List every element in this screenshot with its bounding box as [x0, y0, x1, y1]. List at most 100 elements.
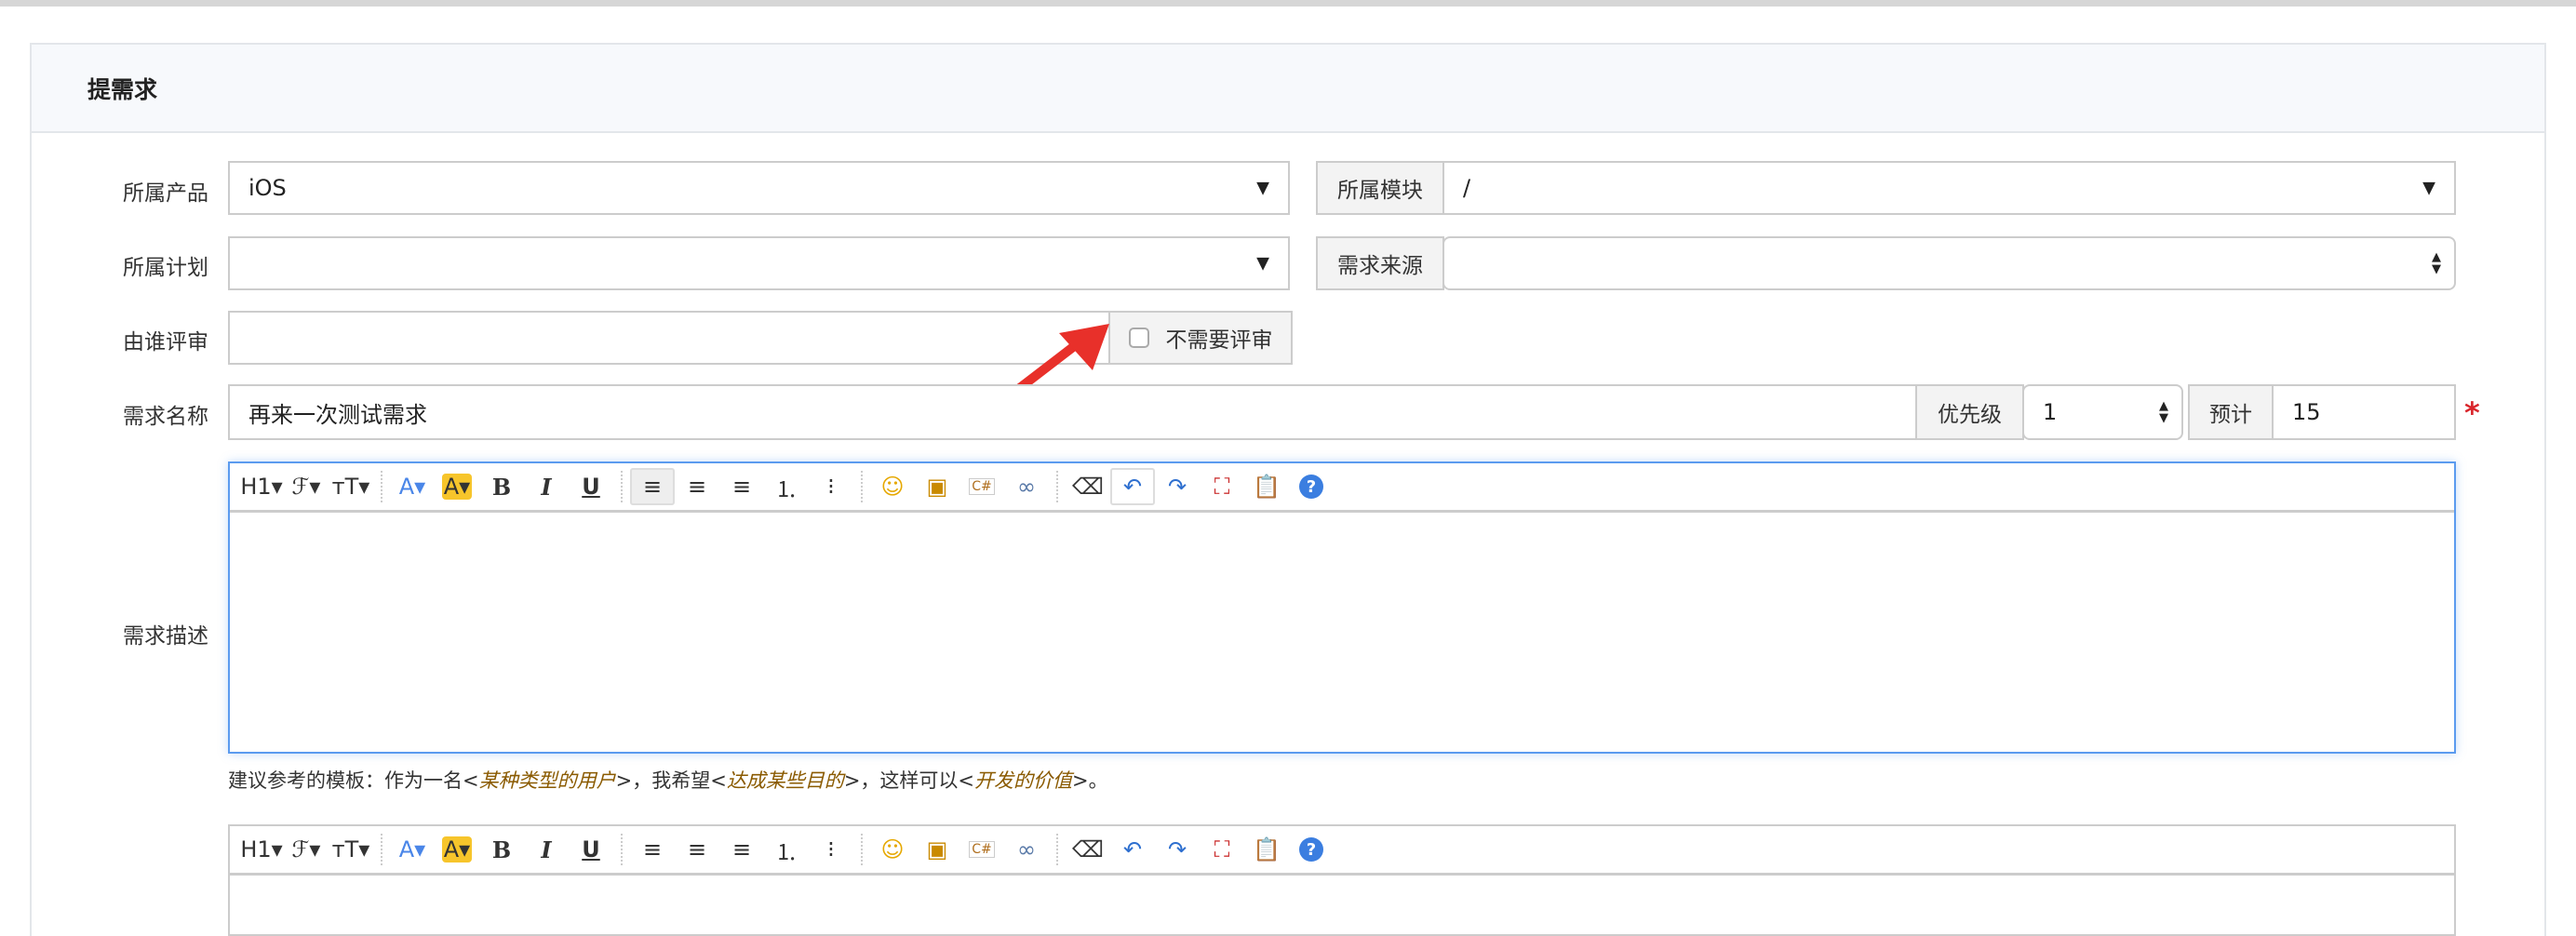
underline-button[interactable]: U	[569, 831, 613, 868]
caret-down-icon: ▼	[2422, 178, 2435, 198]
font-size-button[interactable]: ᴛT▾	[329, 468, 373, 505]
font-color-icon: A▾	[398, 474, 426, 500]
align-right-icon: ≡	[731, 474, 752, 500]
eraser-button[interactable]: ⌫	[1066, 468, 1110, 505]
toolbar-separator	[861, 834, 863, 865]
heading-button[interactable]: H1▾	[239, 831, 284, 868]
emoji-icon: ☺	[880, 474, 905, 500]
description-editor[interactable]: H1▾ ℱ▾ ᴛT▾ A▾ A▾ B I U ≡ ≡ ≡ ⒈ ⁝ ☺ ▣ C# ∞ ⌫ ↶ ↷ ⛶ 📋?	[228, 461, 2456, 754]
module-value: /	[1463, 175, 1471, 201]
italic-button[interactable]: I	[524, 468, 569, 505]
module-select[interactable]: / ▼	[1442, 161, 2456, 215]
align-right-icon: ≡	[731, 836, 752, 862]
title-input[interactable]: 再来一次测试需求	[228, 384, 1917, 440]
bold-button[interactable]: B	[479, 468, 524, 505]
ordered-list-button[interactable]: ⒈	[764, 831, 809, 868]
estimate-label: 预计	[2188, 384, 2274, 440]
fullscreen-button[interactable]: ⛶	[1200, 468, 1244, 505]
bg-color-button[interactable]: A▾	[435, 468, 479, 505]
top-bar	[0, 0, 2576, 7]
code-icon: C#	[969, 841, 995, 858]
emoji-button[interactable]: ☺	[870, 831, 915, 868]
undo-button[interactable]: ↶	[1110, 468, 1155, 505]
unordered-list-icon: ⁝	[827, 474, 835, 500]
estimate-input[interactable]: 15	[2272, 384, 2456, 440]
paste-button[interactable]: 📋	[1244, 468, 1289, 505]
paste-button[interactable]: 📋	[1244, 831, 1289, 868]
product-select[interactable]: iOS ▼	[228, 161, 1290, 215]
align-center-icon: ≡	[687, 474, 707, 500]
ordered-list-icon: ⒈	[775, 838, 798, 865]
fullscreen-icon: ⛶	[1214, 836, 1230, 862]
priority-select[interactable]: 1 ▲ ▼	[2022, 384, 2183, 440]
align-center-button[interactable]: ≡	[675, 468, 719, 505]
link-button[interactable]: ∞	[1004, 831, 1049, 868]
underline-icon: U	[582, 474, 600, 500]
link-button[interactable]: ∞	[1004, 468, 1049, 505]
image-button[interactable]: ▣	[915, 831, 959, 868]
align-center-button[interactable]: ≡	[675, 831, 719, 868]
align-left-icon: ≡	[642, 836, 663, 862]
toolbar-separator	[381, 834, 382, 865]
fullscreen-button[interactable]: ⛶	[1200, 831, 1244, 868]
help-button[interactable]: ?	[1289, 831, 1334, 868]
eraser-button[interactable]: ⌫	[1066, 831, 1110, 868]
bg-color-icon: A▾	[441, 474, 473, 500]
bg-color-button[interactable]: A▾	[435, 831, 479, 868]
eraser-icon: ⌫	[1072, 474, 1104, 500]
heading-button[interactable]: H1▾	[239, 468, 284, 505]
image-icon: ▣	[926, 474, 948, 500]
font-family-icon: ℱ▾	[291, 474, 321, 500]
font-color-button[interactable]: A▾	[390, 468, 435, 505]
code-button[interactable]: C#	[959, 831, 1004, 868]
bold-icon: B	[491, 473, 512, 501]
link-icon: ∞	[1017, 474, 1036, 500]
align-right-button[interactable]: ≡	[719, 831, 764, 868]
no-review-addon[interactable]: 不需要评审	[1108, 311, 1293, 365]
undo-icon: ↶	[1122, 836, 1143, 862]
italic-icon: I	[541, 836, 552, 863]
priority-value: 1	[2043, 399, 2058, 425]
undo-icon: ↶	[1122, 474, 1143, 500]
font-family-button[interactable]: ℱ▾	[284, 468, 329, 505]
bold-button[interactable]: B	[479, 831, 524, 868]
product-value: iOS	[248, 175, 287, 201]
font-family-icon: ℱ▾	[291, 836, 321, 862]
emoji-button[interactable]: ☺	[870, 468, 915, 505]
align-right-button[interactable]: ≡	[719, 468, 764, 505]
no-review-checkbox[interactable]	[1128, 328, 1149, 348]
eraser-icon: ⌫	[1072, 836, 1104, 862]
reviewer-select[interactable]: ▼	[228, 311, 1110, 365]
font-size-icon: ᴛT▾	[331, 474, 370, 500]
help-icon: ?	[1299, 475, 1323, 499]
image-button[interactable]: ▣	[915, 468, 959, 505]
link-icon: ∞	[1017, 836, 1036, 862]
updown-icon: ▲ ▼	[2432, 250, 2441, 276]
reviewer-label: 由谁评审	[123, 330, 208, 354]
code-button[interactable]: C#	[959, 468, 1004, 505]
toolbar-separator	[621, 471, 623, 502]
help-icon: ?	[1299, 837, 1323, 862]
redo-button[interactable]: ↷	[1155, 468, 1200, 505]
italic-button[interactable]: I	[524, 831, 569, 868]
second-editor[interactable]: H1▾ ℱ▾ ᴛT▾ A▾ A▾ B I U ≡ ≡ ≡ ⒈ ⁝ ☺ ▣ C# ∞ ⌫ ↶ ↷ ⛶ 📋?	[228, 824, 2456, 936]
heading-icon: H1▾	[240, 836, 283, 862]
font-color-button[interactable]: A▾	[390, 831, 435, 868]
undo-button[interactable]: ↶	[1110, 831, 1155, 868]
source-select[interactable]: ▲ ▼	[1442, 236, 2456, 290]
unordered-list-icon: ⁝	[827, 836, 835, 862]
align-left-button[interactable]: ≡	[630, 831, 675, 868]
toolbar-separator	[861, 471, 863, 502]
paste-icon: 📋	[1253, 474, 1281, 500]
unordered-list-button[interactable]: ⁝	[809, 831, 853, 868]
panel-title: 提需求	[32, 45, 2544, 133]
align-left-button[interactable]: ≡	[630, 468, 675, 505]
font-family-button[interactable]: ℱ▾	[284, 831, 329, 868]
underline-button[interactable]: U	[569, 468, 613, 505]
redo-button[interactable]: ↷	[1155, 831, 1200, 868]
ordered-list-button[interactable]: ⒈	[764, 468, 809, 505]
plan-select[interactable]: ▼	[228, 236, 1290, 290]
help-button[interactable]: ?	[1289, 468, 1334, 505]
font-size-button[interactable]: ᴛT▾	[329, 831, 373, 868]
unordered-list-button[interactable]: ⁝	[809, 468, 853, 505]
